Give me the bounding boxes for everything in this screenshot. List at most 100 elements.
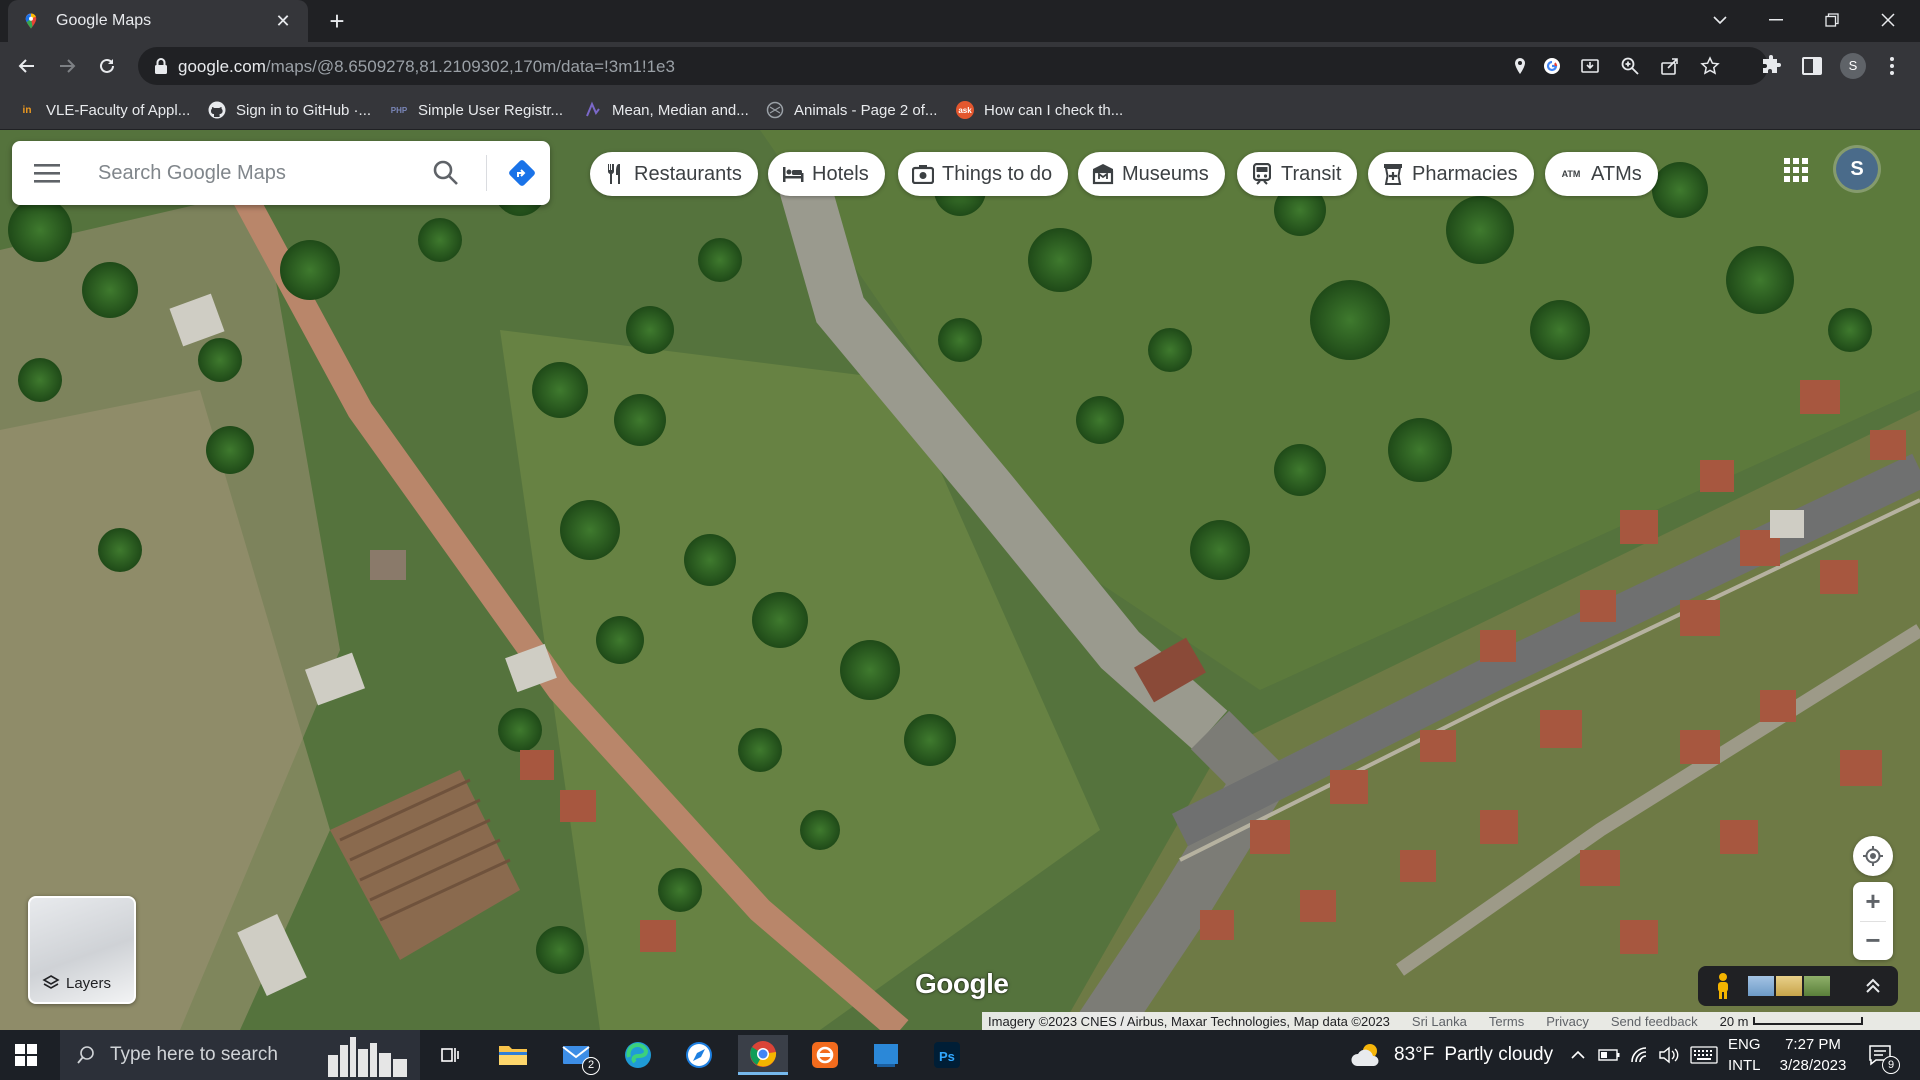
zoom-icon[interactable]	[1620, 56, 1640, 76]
bookmark-star-icon[interactable]	[1700, 56, 1720, 76]
tab-title: Google Maps	[56, 12, 152, 29]
tab-search-button[interactable]	[1692, 0, 1748, 40]
search-input[interactable]	[98, 155, 418, 191]
bookmark-label: How can I check th...	[984, 101, 1124, 119]
bookmark-ask[interactable]: ask How can I check th...	[956, 90, 1123, 130]
app-blue-button[interactable]	[861, 1035, 911, 1075]
satellite-imagery[interactable]	[0, 130, 1920, 1030]
reload-button[interactable]	[91, 50, 123, 82]
back-button[interactable]	[11, 50, 43, 82]
my-location-button[interactable]	[1853, 836, 1893, 876]
extensions-icon[interactable]	[1760, 54, 1784, 78]
app-orange-button[interactable]	[800, 1035, 850, 1075]
privacy-link[interactable]: Privacy	[1546, 1014, 1589, 1029]
mail-button[interactable]: 2	[552, 1035, 602, 1075]
volume-button[interactable]	[1658, 1030, 1680, 1080]
pegman-icon[interactable]	[1714, 972, 1732, 1000]
google-lens-icon[interactable]	[1542, 56, 1562, 76]
layers-button[interactable]: Layers	[28, 896, 136, 1004]
clock[interactable]: 7:27 PM 3/28/2023	[1768, 1034, 1858, 1076]
bookmark-vle[interactable]: in VLE-Faculty of Appl...	[18, 90, 191, 130]
chip-restaurants[interactable]: Restaurants	[590, 152, 758, 196]
terms-link[interactable]: Terms	[1489, 1014, 1524, 1029]
search-divider	[486, 155, 487, 191]
input-language-indicator[interactable]: ENG INTL	[1728, 1034, 1761, 1076]
show-hidden-icons-button[interactable]	[1570, 1030, 1586, 1080]
imagery-thumb-satellite-icon[interactable]	[1804, 976, 1830, 996]
scale-label: 20 m	[1719, 1013, 1749, 1029]
minimize-icon	[1769, 19, 1783, 21]
zoom-out-button[interactable]: −	[1853, 922, 1893, 960]
country-link[interactable]: Sri Lanka	[1412, 1014, 1467, 1029]
tab-close-icon[interactable]: ✕	[272, 10, 294, 32]
restore-button[interactable]	[1804, 0, 1860, 40]
weather-widget[interactable]: 83°F Partly cloudy	[1350, 1030, 1553, 1080]
chip-things-to-do[interactable]: Things to do	[898, 152, 1069, 196]
bookmark-php[interactable]: PHP Simple User Registr...	[390, 90, 563, 130]
museum-icon	[1092, 163, 1114, 185]
tab-google-maps[interactable]: Google Maps ✕	[8, 0, 308, 42]
safari-button[interactable]	[674, 1035, 724, 1075]
tab-strip: Google Maps ✕ +	[0, 0, 1920, 42]
github-icon	[208, 101, 226, 119]
reload-icon	[100, 58, 114, 73]
task-view-button[interactable]	[425, 1035, 475, 1075]
touch-keyboard-button[interactable]	[1690, 1030, 1718, 1080]
bookmark-github[interactable]: Sign in to GitHub ·...	[208, 90, 371, 130]
close-icon	[1881, 13, 1895, 27]
bookmark-label: Simple User Registr...	[418, 101, 564, 119]
address-bar[interactable]: google.com/maps/@8.6509278,81.2109302,17…	[138, 47, 1768, 85]
notification-count: 9	[1882, 1056, 1900, 1074]
file-explorer-button[interactable]	[488, 1035, 538, 1075]
windows-start-icon[interactable]	[14, 1043, 38, 1067]
clock-date: 3/28/2023	[1779, 1057, 1847, 1074]
directions-icon[interactable]	[506, 157, 538, 189]
chip-atms[interactable]: ATM ATMs	[1545, 152, 1658, 196]
wifi-button[interactable]	[1630, 1030, 1650, 1080]
bookmark-mean-median[interactable]: Mean, Median and...	[584, 90, 749, 130]
minimize-button[interactable]	[1748, 0, 1804, 40]
my-location-icon	[1863, 846, 1883, 866]
chip-pharmacies[interactable]: Pharmacies	[1368, 152, 1534, 196]
side-panel-icon[interactable]	[1800, 54, 1824, 78]
map-canvas[interactable]: Restaurants Hotels Things to do Museums …	[0, 130, 1920, 1030]
chip-label: Restaurants	[634, 162, 742, 185]
send-feedback-link[interactable]: Send feedback	[1611, 1014, 1698, 1029]
forward-button[interactable]	[51, 50, 83, 82]
location-pin-icon[interactable]	[1510, 56, 1530, 76]
kebab-menu-icon[interactable]	[1880, 54, 1904, 78]
zoom-in-button[interactable]: +	[1853, 883, 1893, 921]
battery-button[interactable]	[1598, 1030, 1620, 1080]
edge-button[interactable]	[613, 1035, 663, 1075]
photoshop-button[interactable]: Ps	[922, 1035, 972, 1075]
close-window-button[interactable]	[1860, 0, 1916, 40]
url-text[interactable]: google.com/maps/@8.6509278,81.2109302,17…	[178, 57, 675, 77]
photoshop-icon: Ps	[934, 1042, 960, 1068]
chip-transit[interactable]: Transit	[1237, 152, 1358, 196]
chip-hotels[interactable]: Hotels	[768, 152, 885, 196]
bookmark-label: Mean, Median and...	[612, 101, 749, 119]
edge-icon	[625, 1042, 651, 1068]
postman-like-icon	[812, 1042, 838, 1068]
scale-bar[interactable]: 20 m	[1720, 1014, 1885, 1029]
layers-label-group: Layers	[42, 974, 111, 992]
notification-center-button[interactable]: 9	[1868, 1030, 1900, 1080]
bookmark-animals[interactable]: Animals - Page 2 of...	[766, 90, 937, 130]
imagery-thumb-water-icon[interactable]	[1748, 976, 1774, 996]
chevron-up-double-icon[interactable]	[1864, 977, 1882, 995]
chip-museums[interactable]: Museums	[1078, 152, 1225, 196]
share-icon[interactable]	[1660, 56, 1680, 76]
chrome-button[interactable]	[738, 1035, 788, 1075]
profile-avatar[interactable]: S	[1840, 53, 1866, 79]
account-avatar[interactable]: S	[1836, 148, 1878, 190]
url-path: /maps/@8.6509278,81.2109302,170m/data=!3…	[265, 57, 675, 76]
hamburger-menu-icon[interactable]	[34, 161, 62, 185]
install-app-icon[interactable]	[1580, 56, 1600, 76]
google-apps-icon[interactable]	[1782, 156, 1810, 184]
new-tab-button[interactable]: +	[323, 8, 351, 36]
lock-icon[interactable]	[154, 57, 168, 75]
search-icon[interactable]	[432, 159, 460, 187]
wifi-icon	[1631, 1047, 1647, 1063]
imagery-thumb-terrain-icon[interactable]	[1776, 976, 1802, 996]
taskbar-search-box[interactable]: Type here to search	[60, 1030, 420, 1080]
